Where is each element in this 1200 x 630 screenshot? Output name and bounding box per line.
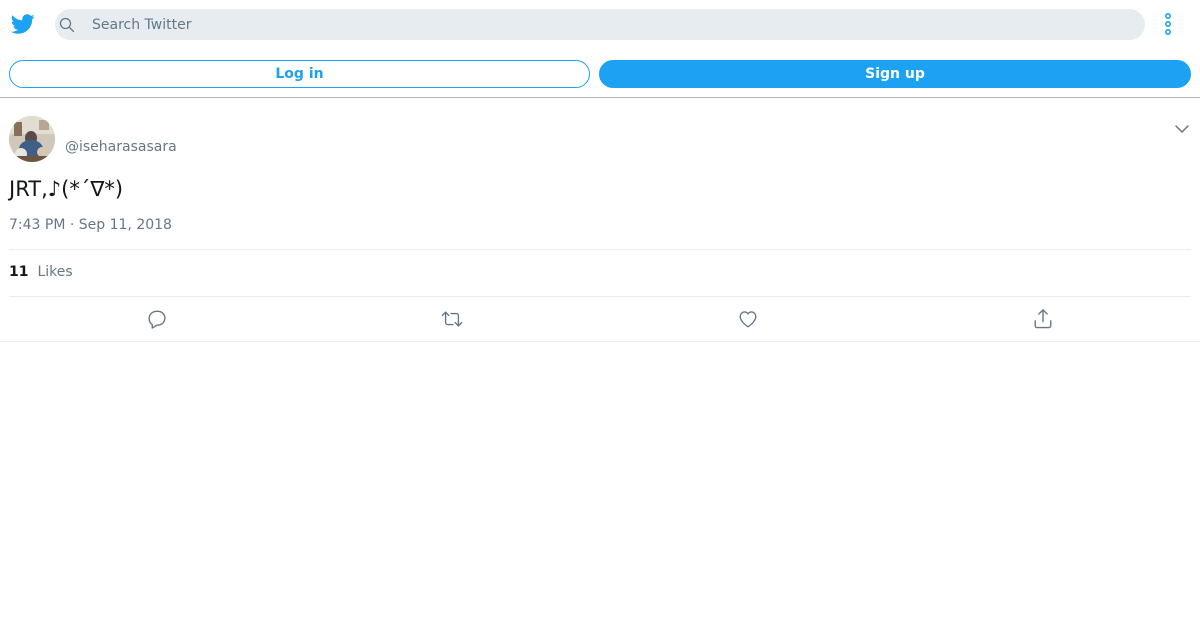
tweet-actions (0, 297, 1200, 342)
retweet-icon[interactable] (441, 308, 465, 330)
login-button[interactable]: Log in (9, 60, 590, 88)
tweet-text: JRT,♪(*´∇*) (9, 177, 124, 201)
likes-count: 11 (9, 264, 29, 280)
divider (9, 249, 1191, 250)
search-input[interactable] (92, 9, 1132, 40)
reply-icon[interactable] (146, 308, 170, 330)
chevron-down-icon[interactable] (1174, 123, 1190, 135)
heart-icon[interactable] (737, 308, 761, 330)
likes-label: Likes (37, 264, 73, 280)
search-icon (59, 17, 75, 33)
tweet-timestamp[interactable]: 7:43 PM · Sep 11, 2018 (9, 216, 172, 234)
search-bar (55, 9, 1145, 40)
share-icon[interactable] (1032, 308, 1056, 330)
tweet-stats[interactable]: 11 Likes (9, 263, 73, 281)
top-header: Log in Sign up (0, 0, 1200, 98)
signup-button[interactable]: Sign up (599, 60, 1191, 88)
more-vertical-icon[interactable] (1160, 12, 1176, 36)
twitter-bird-icon[interactable] (10, 12, 36, 36)
avatar[interactable] (9, 116, 55, 162)
user-handle[interactable]: @iseharasasara (65, 138, 177, 156)
tweet-card: @iseharasasara JRT,♪(*´∇*) 7:43 PM · Sep… (0, 98, 1200, 342)
